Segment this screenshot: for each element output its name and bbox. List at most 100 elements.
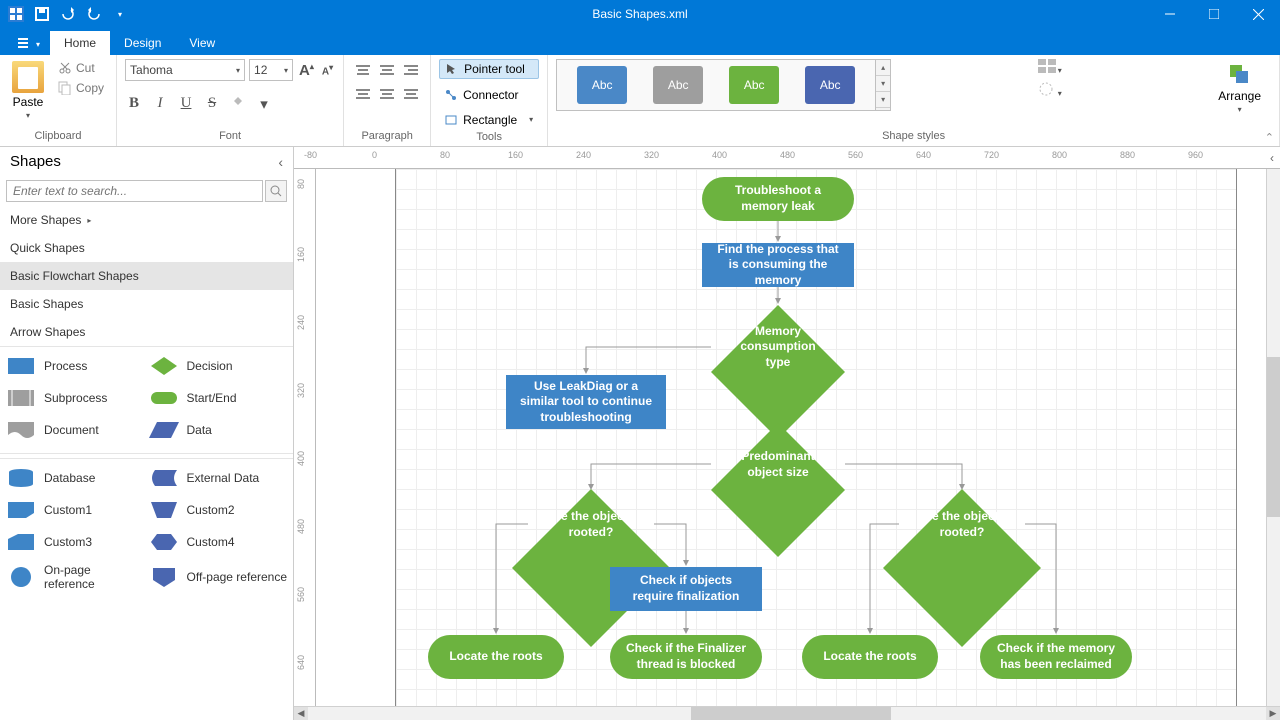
- flowchart-shapes-category[interactable]: Basic Flowchart Shapes: [0, 262, 293, 290]
- more-shapes-button[interactable]: More Shapes▸: [0, 206, 293, 234]
- ribbon: Paste ▾ Cut Copy Clipboard Tahoma▾ 12▾ A…: [0, 55, 1280, 147]
- shape-custom1-label: Custom1: [44, 503, 92, 517]
- redo-icon[interactable]: [82, 2, 106, 26]
- arrow-shapes-category[interactable]: Arrow Shapes: [0, 318, 293, 346]
- fill-color-button[interactable]: [229, 95, 247, 114]
- node-rooted-right[interactable]: Are the objects rooted?: [883, 489, 1041, 561]
- vertical-scrollbar[interactable]: [1266, 169, 1280, 706]
- font-family-select[interactable]: Tahoma▾: [125, 59, 245, 81]
- shape-extdata[interactable]: External Data: [149, 467, 288, 489]
- node-leakdiag[interactable]: Use LeakDiag or a similar tool to contin…: [506, 375, 666, 429]
- align-bottom-left[interactable]: [352, 83, 374, 105]
- pointer-tool-button[interactable]: Pointer tool: [439, 59, 539, 79]
- underline-button[interactable]: U: [177, 95, 195, 114]
- shape-database[interactable]: Database: [6, 467, 145, 489]
- shape-document[interactable]: Document: [6, 419, 145, 441]
- shape-startend-label: Start/End: [187, 391, 237, 405]
- copy-button[interactable]: Copy: [54, 79, 108, 97]
- styles-group-label: Shape styles: [882, 128, 945, 144]
- arrange-button[interactable]: Arrange ▾: [1208, 59, 1271, 118]
- fill-color-dropdown[interactable]: ▾: [255, 95, 273, 114]
- ribbon-tabs: ▾ Home Design View: [0, 28, 1280, 55]
- decrease-font-icon[interactable]: A▾: [320, 63, 335, 77]
- paragraph-group: Paragraph: [344, 55, 431, 146]
- shape-extdata-label: External Data: [187, 471, 260, 485]
- layout-button1[interactable]: ▾: [1038, 59, 1062, 76]
- window-title: Basic Shapes.xml: [132, 7, 1148, 21]
- node-check-reclaimed[interactable]: Check if the memory has been reclaimed: [980, 635, 1132, 679]
- shape-data[interactable]: Data: [149, 419, 288, 441]
- shape-startend[interactable]: Start/End: [149, 387, 288, 409]
- shape-decision-label: Decision: [187, 359, 233, 373]
- shape-data-label: Data: [187, 423, 212, 437]
- quick-shapes-category[interactable]: Quick Shapes: [0, 234, 293, 262]
- node-check-blocked[interactable]: Check if the Finalizer thread is blocked: [610, 635, 762, 679]
- node-memory-type-label: Memory consumption type: [714, 324, 841, 371]
- maximize-button[interactable]: [1192, 0, 1236, 28]
- shapes-search-input[interactable]: [6, 180, 263, 202]
- styles-gallery[interactable]: Abc Abc Abc Abc: [556, 59, 876, 111]
- tab-design[interactable]: Design: [110, 31, 175, 55]
- undo-icon[interactable]: [56, 2, 80, 26]
- search-button[interactable]: [265, 180, 287, 202]
- strikethrough-button[interactable]: S: [203, 95, 221, 114]
- shape-custom4-label: Custom4: [187, 535, 235, 549]
- pointer-icon: [446, 63, 458, 75]
- node-memory-type[interactable]: Memory consumption type: [711, 305, 845, 389]
- node-rooted-left[interactable]: Are the objects rooted?: [512, 489, 670, 561]
- shape-subprocess[interactable]: Subprocess: [6, 387, 145, 409]
- rectangle-icon: [445, 114, 457, 126]
- paste-button[interactable]: Paste ▾: [8, 59, 48, 122]
- minimize-button[interactable]: [1148, 0, 1192, 28]
- gallery-scroll[interactable]: ▴▾▾: [876, 59, 891, 111]
- shape-custom3[interactable]: Custom3: [6, 531, 145, 553]
- node-troubleshoot[interactable]: Troubleshoot a memory leak: [702, 177, 854, 221]
- shape-decision[interactable]: Decision: [149, 355, 288, 377]
- style-swatch-green[interactable]: Abc: [729, 66, 779, 104]
- align-bottom-right[interactable]: [400, 83, 422, 105]
- align-top-right[interactable]: [400, 59, 422, 81]
- connector-tool-button[interactable]: Connector: [439, 85, 539, 104]
- qat-dropdown[interactable]: ▾: [108, 2, 132, 26]
- save-icon[interactable]: [30, 2, 54, 26]
- collapse-pane-icon[interactable]: ‹: [278, 154, 283, 170]
- rectangle-tool-button[interactable]: Rectangle ▾: [439, 110, 539, 129]
- clipboard-group: Paste ▾ Cut Copy Clipboard: [0, 55, 117, 146]
- ribbon-collapse[interactable]: ⌃: [1265, 131, 1274, 144]
- file-button[interactable]: ▾: [8, 33, 50, 55]
- close-button[interactable]: [1236, 0, 1280, 28]
- shape-custom2[interactable]: Custom2: [149, 499, 288, 521]
- align-bottom-center[interactable]: [376, 83, 398, 105]
- bold-button[interactable]: B: [125, 95, 143, 114]
- font-size-select[interactable]: 12▾: [249, 59, 293, 81]
- shapes-pane: Shapes ‹ More Shapes▸ Quick Shapes Basic…: [0, 147, 294, 720]
- align-top-center[interactable]: [376, 59, 398, 81]
- shape-offpage[interactable]: Off-page reference: [149, 563, 288, 591]
- canvas-collapse-icon[interactable]: ‹: [1270, 151, 1274, 165]
- rectangle-tool-label: Rectangle: [463, 113, 517, 127]
- shape-custom1[interactable]: Custom1: [6, 499, 145, 521]
- horizontal-scrollbar[interactable]: ◀▶: [294, 706, 1280, 720]
- shape-custom4[interactable]: Custom4: [149, 531, 288, 553]
- style-swatch-gray[interactable]: Abc: [653, 66, 703, 104]
- node-locate-roots-1[interactable]: Locate the roots: [428, 635, 564, 679]
- canvas[interactable]: Troubleshoot a memory leak Find the proc…: [316, 169, 1280, 706]
- shape-subprocess-label: Subprocess: [44, 391, 107, 405]
- node-locate-roots-2[interactable]: Locate the roots: [802, 635, 938, 679]
- tab-view[interactable]: View: [175, 31, 229, 55]
- basic-shapes-category[interactable]: Basic Shapes: [0, 290, 293, 318]
- align-top-left[interactable]: [352, 59, 374, 81]
- cut-button[interactable]: Cut: [54, 59, 108, 77]
- style-swatch-blue[interactable]: Abc: [577, 66, 627, 104]
- node-pred-size[interactable]: Predominant object size: [711, 423, 845, 507]
- style-swatch-navy[interactable]: Abc: [805, 66, 855, 104]
- shape-onpage[interactable]: On-page reference: [6, 563, 145, 591]
- node-check-finalization[interactable]: Check if objects require finalization: [610, 567, 762, 611]
- layout-button2[interactable]: ▾: [1038, 82, 1062, 99]
- shape-process[interactable]: Process: [6, 355, 145, 377]
- connector-icon: [445, 89, 457, 101]
- tab-home[interactable]: Home: [50, 31, 110, 55]
- italic-button[interactable]: I: [151, 95, 169, 114]
- increase-font-icon[interactable]: A▴: [297, 62, 316, 79]
- node-find-process[interactable]: Find the process that is consuming the m…: [702, 243, 854, 287]
